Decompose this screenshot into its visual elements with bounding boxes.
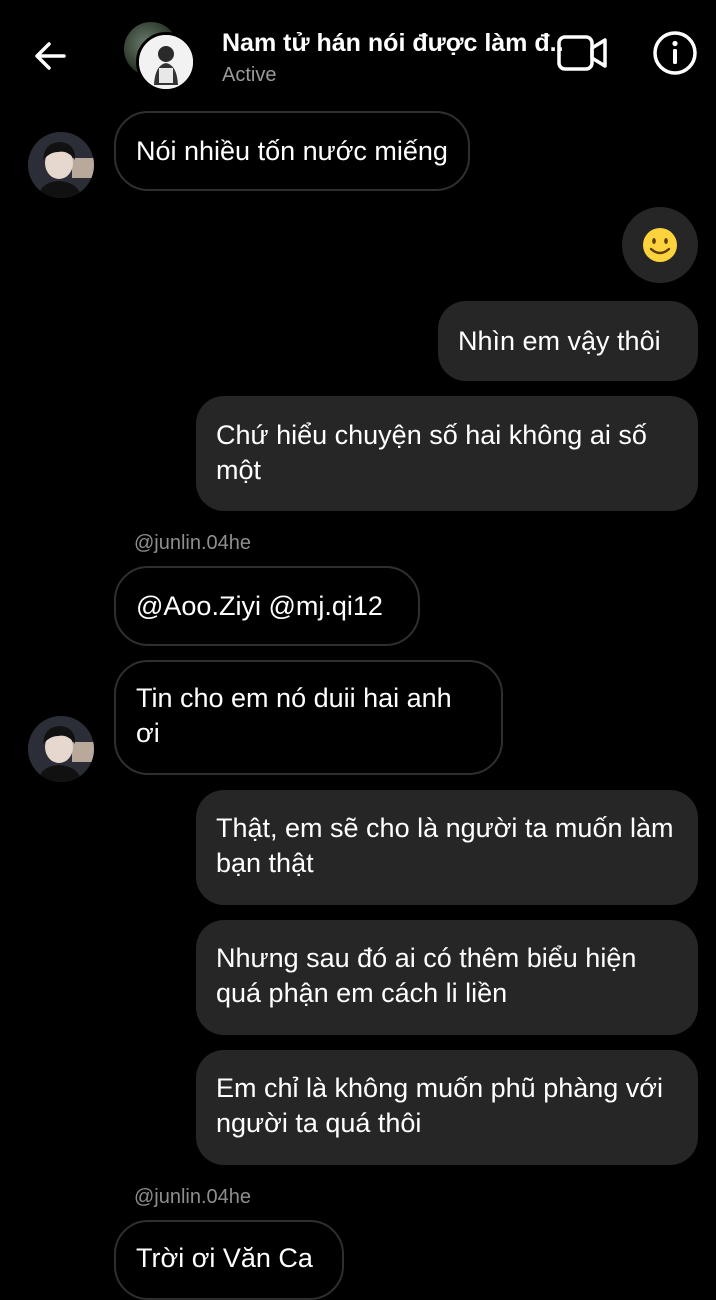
reply-username: @junlin.04he — [134, 1186, 252, 1208]
message-bubble-incoming[interactable]: @Aoo.Ziyi @mj.qi12 — [114, 566, 420, 646]
sender-avatar[interactable] — [28, 716, 94, 782]
message-bubble-incoming[interactable]: Nói nhiều tốn nước miếng — [114, 111, 470, 191]
video-call-icon[interactable] — [556, 30, 610, 76]
message-bubble-incoming[interactable]: Tin cho em nó duii hai anh ơi — [114, 660, 503, 775]
info-icon[interactable] — [652, 30, 698, 76]
message-bubble-outgoing[interactable]: Chứ hiểu chuyện số hai không ai số một — [196, 396, 698, 511]
sender-avatar[interactable] — [28, 132, 94, 198]
reply-username: @junlin.04he — [134, 532, 252, 554]
message-bubble-outgoing[interactable]: Thật, em sẽ cho là người ta muốn làm bạn… — [196, 790, 698, 905]
back-arrow-icon[interactable] — [30, 36, 70, 76]
emoji-message-bubble[interactable] — [622, 207, 698, 283]
message-bubble-incoming[interactable]: Trời ơi Văn Ca — [114, 1220, 344, 1300]
message-bubble-outgoing[interactable]: Nhưng sau đó ai có thêm biểu hiện quá ph… — [196, 920, 698, 1035]
chat-title[interactable]: Nam tử hán nói được làm đ... — [222, 29, 562, 58]
slightly-smiling-face-icon — [643, 228, 677, 262]
group-avatar-front — [136, 32, 196, 92]
group-avatar[interactable] — [124, 22, 196, 94]
active-status: Active — [222, 64, 277, 86]
chat-header: Nam tử hán nói được làm đ... Active — [0, 0, 716, 108]
message-bubble-outgoing[interactable]: Em chỉ là không muốn phũ phàng với người… — [196, 1050, 698, 1165]
message-bubble-outgoing[interactable]: Nhìn em vậy thôi — [438, 301, 698, 381]
